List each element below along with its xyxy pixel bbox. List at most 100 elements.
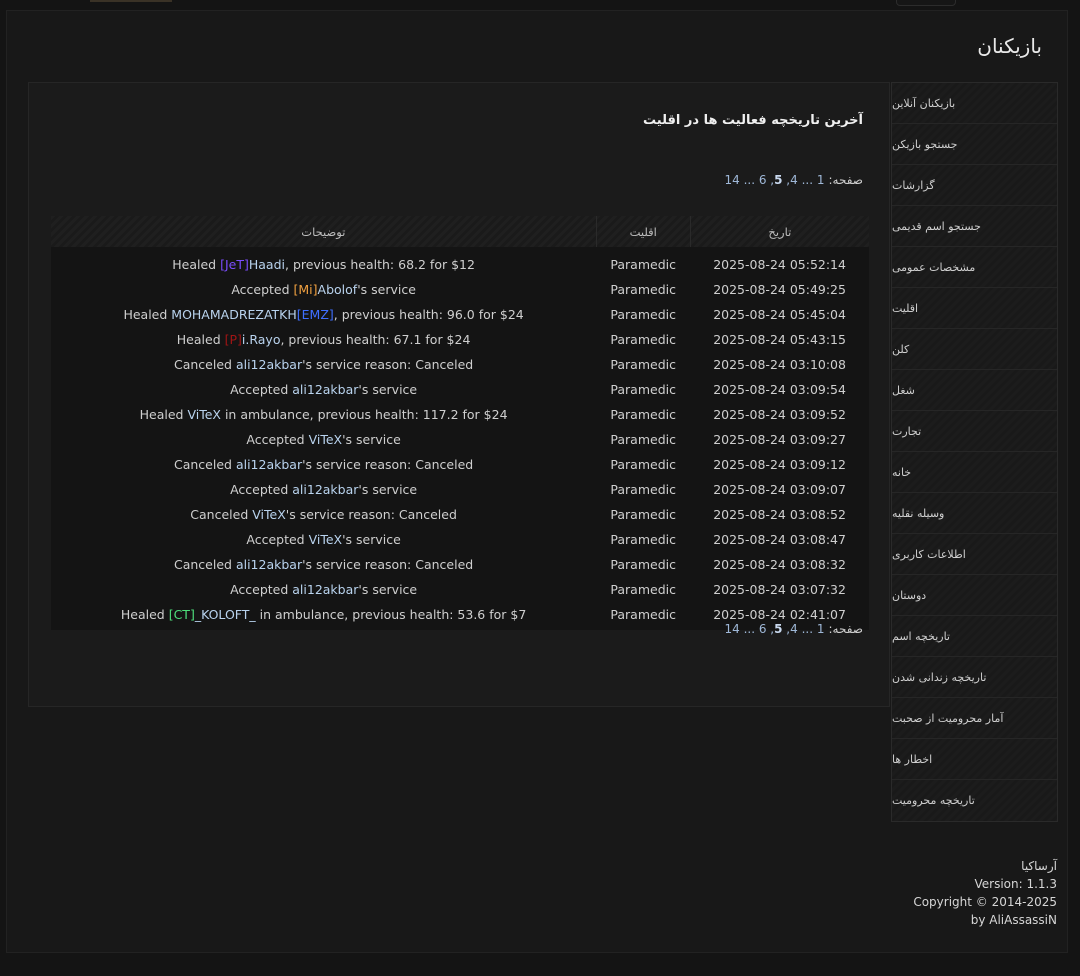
page-link-6[interactable]: 6 — [759, 622, 767, 636]
pagination-dots: ... — [801, 622, 814, 636]
cell-description: Healed [P]i.Rayo, previous health: 67.1 … — [51, 327, 596, 352]
sidebar-item[interactable]: اقلیت — [892, 288, 1057, 329]
clan-tag: [JeT] — [220, 257, 249, 272]
player-name-link[interactable]: ali12akbar — [236, 357, 302, 372]
player-name-link[interactable]: Abolof — [318, 282, 358, 297]
page-link-6[interactable]: 6 — [759, 173, 767, 187]
player-name-link[interactable]: Haadi — [249, 257, 285, 272]
detail-text: 's service — [357, 282, 416, 297]
action-text: Canceled — [173, 557, 236, 572]
sidebar-item[interactable]: تاریخچه اسم — [892, 616, 1057, 657]
cell-date: 2025-08-24 03:08:32 — [713, 557, 846, 572]
footer-version: Version: 1.1.3 — [974, 877, 1057, 891]
cell-date: 2025-08-24 03:08:47 — [713, 532, 846, 547]
player-name-link[interactable]: _KOLOFT_ — [195, 607, 256, 622]
cell-description: Healed [CT]_KOLOFT_ in ambulance, previo… — [51, 602, 596, 630]
detail-text: 's service — [358, 582, 418, 597]
page-link-1[interactable]: 1 — [817, 173, 825, 187]
sidebar-item[interactable]: اطلاعات کاربری — [892, 534, 1057, 575]
player-name-link[interactable]: ViTeX — [252, 507, 286, 522]
player-name-link[interactable]: ali12akbar — [292, 482, 358, 497]
sidebar-item[interactable]: خانه — [892, 452, 1057, 493]
action-text: Accepted — [246, 532, 309, 547]
page-link-5-current[interactable]: 5 — [774, 173, 782, 187]
column-header-date: تاریخ — [690, 216, 869, 247]
action-text: Accepted — [230, 382, 293, 397]
cell-date: 2025-08-24 03:10:08 — [713, 357, 846, 372]
pagination-top: صفحه: 1 ... 4, 5, 6 ... 14 — [724, 173, 863, 187]
pagination-dots: ... — [743, 173, 756, 187]
table-row: Accepted ali12akbar's service Paramedic 20… — [51, 377, 869, 402]
table-row: Healed [P]i.Rayo, previous health: 67.1 … — [51, 327, 869, 352]
page-link-4[interactable]: 4 — [790, 622, 798, 636]
page-link-14[interactable]: 14 — [724, 173, 739, 187]
page-link-14[interactable]: 14 — [724, 622, 739, 636]
player-name-link[interactable]: ali12akbar — [236, 457, 302, 472]
sidebar-item[interactable]: گزارشات — [892, 165, 1057, 206]
sidebar-item[interactable]: مشخصات عمومی — [892, 247, 1057, 288]
top-menu-button[interactable] — [896, 0, 956, 6]
page-link-1[interactable]: 1 — [817, 622, 825, 636]
player-name-link[interactable]: ali12akbar — [236, 557, 302, 572]
cell-faction: Paramedic — [610, 382, 676, 397]
table-row: Accepted ali12akbar's service Paramedic 20… — [51, 577, 869, 602]
action-text: Healed — [123, 307, 172, 322]
sidebar-item[interactable]: دوستان — [892, 575, 1057, 616]
cell-faction: Paramedic — [610, 607, 676, 622]
cell-description: Canceled ali12akbar's service reason: Ca… — [51, 352, 596, 377]
sidebar-item[interactable]: شغل — [892, 370, 1057, 411]
table-row: Accepted ViTeX's service Paramedic 2025-08… — [51, 427, 869, 452]
pagination-label: صفحه: — [828, 173, 863, 187]
sidebar-item[interactable]: آمار محرومیت از صحبت — [892, 698, 1057, 739]
player-name-link[interactable]: ViTeX — [187, 407, 221, 422]
player-name-link[interactable]: ali12akbar — [292, 582, 358, 597]
action-text: Canceled — [190, 507, 253, 522]
cell-date: 2025-08-24 05:49:25 — [713, 282, 846, 297]
pagination-dots: ... — [743, 622, 756, 636]
detail-text: 's service — [358, 382, 418, 397]
action-text: Accepted — [230, 582, 293, 597]
cell-faction: Paramedic — [610, 357, 676, 372]
sidebar-nav: بازیکنان آنلاین جستجو بازیکن گزارشات جستجو … — [891, 82, 1058, 822]
cell-faction: Paramedic — [610, 432, 676, 447]
table-row: Accepted ViTeX's service Paramedic 2025-08… — [51, 527, 869, 552]
sidebar-item[interactable]: تاریخچه زندانی شدن — [892, 657, 1057, 698]
cell-description: Accepted ViTeX's service — [51, 527, 596, 552]
page-link-4[interactable]: 4 — [790, 173, 798, 187]
cell-faction: Paramedic — [610, 332, 676, 347]
sidebar-item[interactable]: جستجو بازیکن — [892, 124, 1057, 165]
action-text: Healed — [139, 407, 188, 422]
player-name-link[interactable]: i.Rayo — [242, 332, 281, 347]
sidebar-item[interactable]: بازیکنان آنلاین — [892, 83, 1057, 124]
cell-date: 2025-08-24 03:09:27 — [713, 432, 846, 447]
player-name-link[interactable]: ali12akbar — [292, 382, 358, 397]
player-name-link[interactable]: ViTeX — [309, 532, 343, 547]
footer-author: by AliAssassiN — [970, 913, 1057, 927]
cell-faction: Paramedic — [610, 532, 676, 547]
cell-faction: Paramedic — [610, 407, 676, 422]
table-row: Accepted [Mi]Abolof's service Paramedic 20… — [51, 277, 869, 302]
cell-description: Healed [JeT]Haadi, previous health: 68.2… — [51, 247, 596, 277]
sidebar-item[interactable]: اخطار ها — [892, 739, 1057, 780]
pagination-label: صفحه: — [828, 622, 863, 636]
sidebar-item[interactable]: کلن — [892, 329, 1057, 370]
sidebar-item[interactable]: جستجو اسم قدیمی — [892, 206, 1057, 247]
sidebar-item[interactable]: وسیله نقلیه — [892, 493, 1057, 534]
cell-date: 2025-08-24 05:52:14 — [713, 257, 846, 272]
detail-text: 's service — [342, 432, 401, 447]
player-name-link[interactable]: MOHAMADREZATKH — [171, 307, 297, 322]
cell-description: Accepted [Mi]Abolof's service — [51, 277, 596, 302]
sidebar-item[interactable]: تجارت — [892, 411, 1057, 452]
detail-text: in ambulance, previous health: 117.2 for… — [220, 407, 508, 422]
player-name-link[interactable]: ViTeX — [309, 432, 343, 447]
panel-title: آخرین تاریخچه فعالیت ها در اقلیت — [643, 113, 863, 128]
column-header-description: توضیحات — [51, 216, 597, 247]
page-link-5-current[interactable]: 5 — [774, 622, 782, 636]
detail-text: in ambulance, previous health: 53.6 for … — [255, 607, 527, 622]
sidebar-item[interactable]: تاریخچه محرومیت — [892, 780, 1057, 821]
cell-faction: Paramedic — [610, 257, 676, 272]
cell-description: Healed MOHAMADREZATKH[EMZ], previous hea… — [51, 302, 596, 327]
cell-description: Canceled ali12akbar's service reason: Ca… — [51, 452, 596, 477]
detail-text: 's service reason: Canceled — [285, 507, 457, 522]
detail-text: , previous health: 68.2 for $12 — [285, 257, 475, 272]
